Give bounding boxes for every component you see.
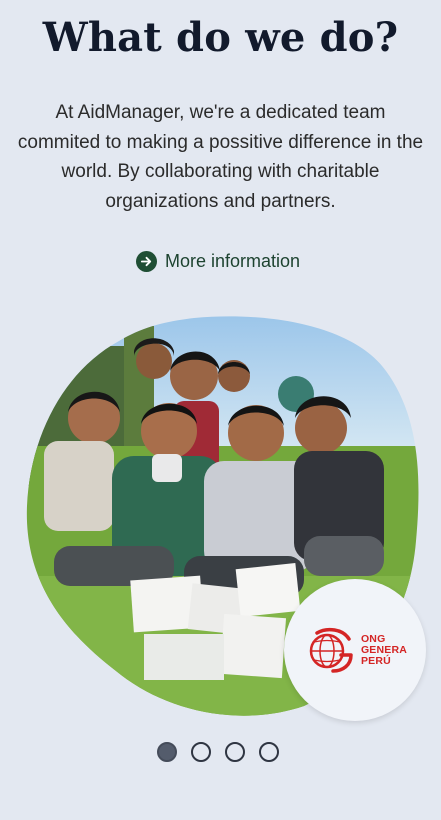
section-description: At AidManager, we're a dedicated team co… xyxy=(17,102,424,212)
carousel-indicators xyxy=(157,742,279,762)
page-title: What do we do? xyxy=(42,14,399,61)
logo-text-line: ONG xyxy=(360,632,386,645)
more-information-label: More information xyxy=(165,251,301,271)
partner-logo-ong-genera-peru[interactable]: ONG GENERA PERÚ xyxy=(284,579,426,721)
partner-logo-content: ONG GENERA PERÚ xyxy=(305,625,407,675)
globe-g-logo-icon xyxy=(309,627,353,673)
carousel-dot-4[interactable] xyxy=(259,742,279,762)
carousel-dot-1[interactable] xyxy=(157,742,177,762)
carousel-dot-3[interactable] xyxy=(225,742,245,762)
more-information-link[interactable]: More information xyxy=(136,251,300,272)
partner-logo-wordmark: ONG GENERA PERÚ xyxy=(360,632,408,667)
logo-text-line: PERÚ xyxy=(360,654,391,667)
carousel-dot-2[interactable] xyxy=(191,742,211,762)
logo-text-line: GENERA xyxy=(360,643,408,656)
what-we-do-section: What do we do? At AidManager, we're a de… xyxy=(0,0,441,820)
arrow-right-circle-icon xyxy=(136,251,157,272)
